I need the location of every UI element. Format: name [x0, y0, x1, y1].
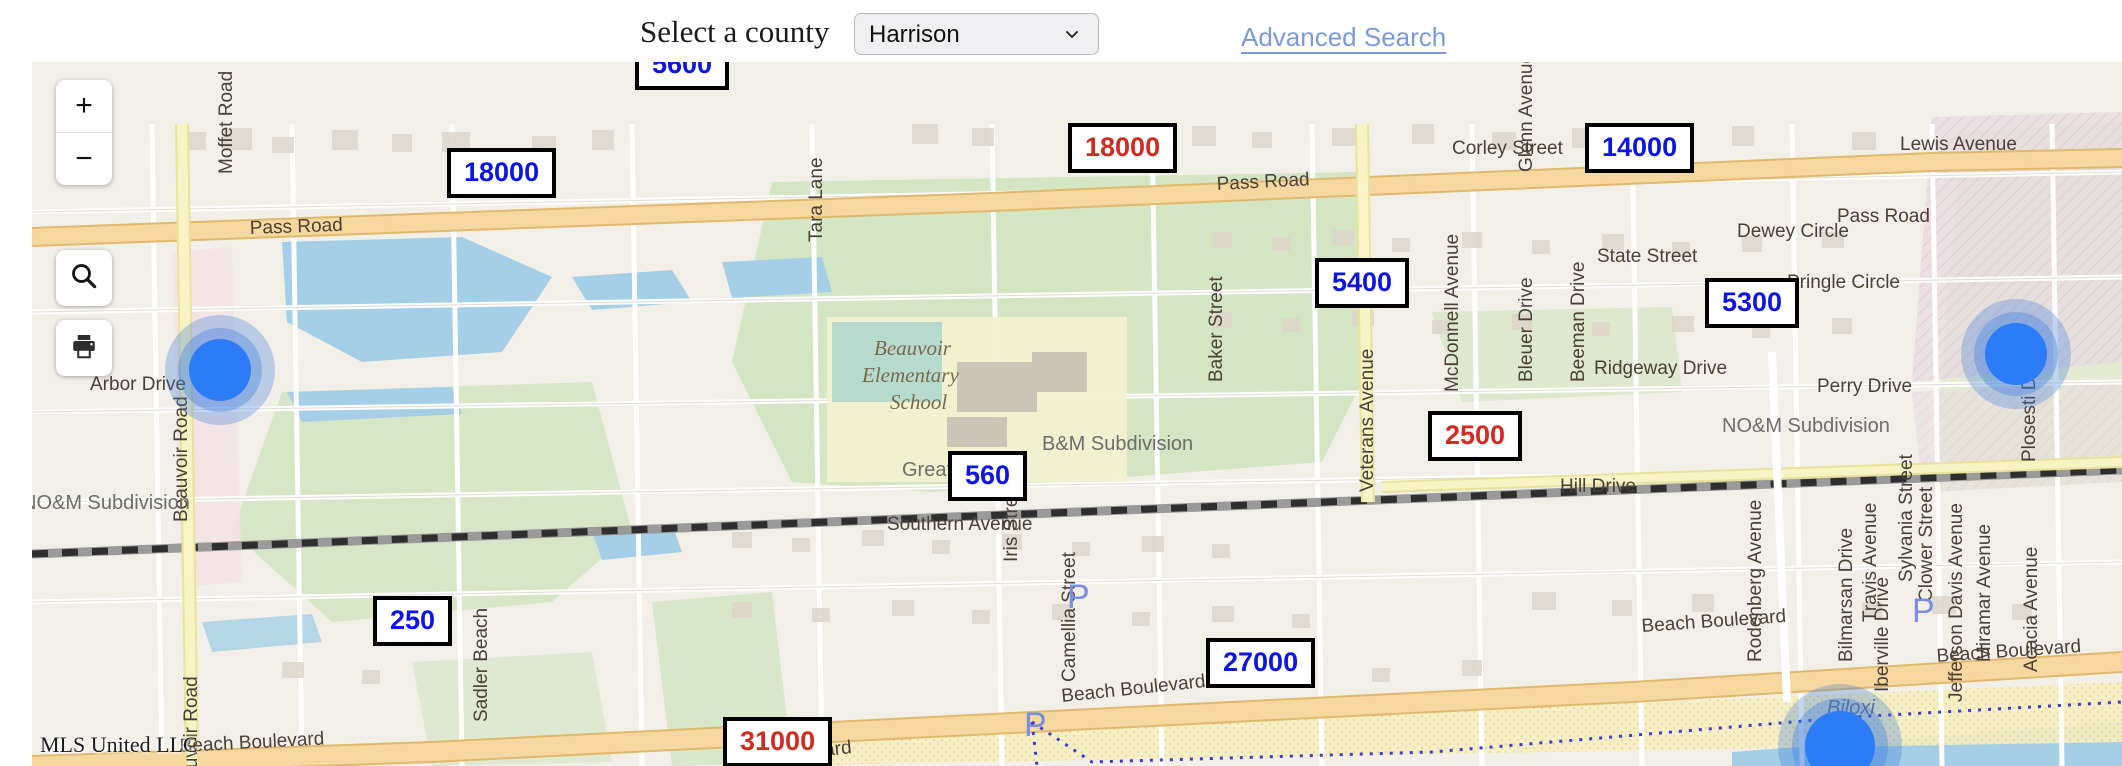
price-pin[interactable]: 5600 — [635, 62, 730, 90]
svg-text:McDonnell Avenue: McDonnell Avenue — [1442, 234, 1463, 392]
price-pin[interactable]: 560 — [948, 451, 1028, 501]
svg-text:Beauvoir: Beauvoir — [874, 336, 952, 360]
svg-text:Pringle Circle: Pringle Circle — [1787, 272, 1900, 293]
search-icon — [69, 261, 99, 296]
svg-text:P: P — [1067, 578, 1090, 616]
page-header: Select a county Harrison Advanced Search — [0, 0, 2122, 62]
price-pin[interactable]: 27000 — [1206, 638, 1316, 688]
zoom-control-group[interactable]: + − — [56, 80, 112, 185]
svg-text:Clower Street: Clower Street — [1916, 486, 1937, 602]
svg-text:NO&M Subdivision: NO&M Subdivision — [32, 492, 190, 514]
svg-text:Bleuer Drive: Bleuer Drive — [1516, 277, 1537, 382]
map-attribution: MLS United LLC — [40, 732, 198, 757]
svg-text:Baker Street: Baker Street — [1206, 276, 1227, 382]
svg-text:P: P — [1024, 706, 1047, 744]
svg-text:Corley Street: Corley Street — [1452, 138, 1564, 159]
svg-text:Glenn Avenue: Glenn Avenue — [1516, 62, 1537, 172]
svg-text:Rodenberg Avenue: Rodenberg Avenue — [1745, 500, 1766, 662]
svg-text:Dewey Circle: Dewey Circle — [1737, 221, 1849, 242]
svg-text:NO&M Subdivision: NO&M Subdivision — [1722, 415, 1890, 437]
map-print-button[interactable] — [56, 320, 112, 376]
advanced-search-link[interactable]: Advanced Search — [1241, 22, 1446, 53]
svg-text:P: P — [1912, 592, 1935, 630]
svg-text:Ridgeway Drive: Ridgeway Drive — [1594, 358, 1727, 379]
svg-text:Beeman Drive: Beeman Drive — [1568, 262, 1589, 382]
svg-text:Pass Road: Pass Road — [1837, 206, 1930, 227]
print-icon — [69, 331, 99, 366]
svg-text:Pass Road: Pass Road — [249, 215, 343, 239]
svg-text:Sadler Beach: Sadler Beach — [471, 608, 492, 722]
svg-text:Jefferson Davis Avenue: Jefferson Davis Avenue — [1946, 503, 1967, 702]
map-search-button[interactable] — [56, 250, 112, 306]
zoom-in-button[interactable]: + — [56, 81, 112, 133]
price-pin[interactable]: 2500 — [1428, 411, 1523, 461]
price-pin[interactable]: 31000 — [723, 717, 833, 766]
svg-text:B&M Subdivision: B&M Subdivision — [1042, 433, 1193, 455]
price-pin[interactable]: 18000 — [1068, 123, 1178, 173]
svg-text:State Street: State Street — [1597, 246, 1698, 267]
county-select-label: Select a county — [640, 14, 830, 49]
svg-text:School: School — [890, 390, 947, 414]
svg-text:Lewis Avenue: Lewis Avenue — [1900, 134, 2017, 155]
svg-text:Perry Drive: Perry Drive — [1817, 376, 1912, 397]
zoom-out-button[interactable]: − — [56, 133, 112, 185]
svg-text:Veterans Avenue: Veterans Avenue — [1357, 349, 1378, 492]
price-pin[interactable]: 5300 — [1705, 278, 1800, 328]
svg-text:Iberville Drive: Iberville Drive — [1872, 577, 1893, 692]
svg-text:Southern Avenue: Southern Avenue — [887, 514, 1032, 535]
svg-text:Arbor Drive: Arbor Drive — [90, 374, 186, 395]
svg-text:Plosesti Drive: Plosesti Drive — [2019, 346, 2040, 462]
svg-text:Bilmarsan Drive: Bilmarsan Drive — [1836, 528, 1857, 662]
price-pin[interactable]: 18000 — [447, 148, 557, 198]
map-viewport[interactable]: Pass Road Pass Road Pass Road Moffet Roa… — [32, 62, 2122, 766]
price-pin[interactable]: 14000 — [1585, 123, 1695, 173]
svg-text:Sylvania Street: Sylvania Street — [1896, 453, 1917, 582]
county-select[interactable]: Harrison — [854, 13, 1099, 55]
svg-text:Moffet Road: Moffet Road — [216, 71, 237, 174]
price-pin[interactable]: 250 — [373, 596, 453, 646]
price-pin[interactable]: 5400 — [1315, 258, 1410, 308]
svg-text:Hill Drive: Hill Drive — [1560, 476, 1636, 497]
svg-text:Biloxi: Biloxi — [1827, 697, 1875, 719]
svg-text:Tara Lane: Tara Lane — [806, 157, 827, 242]
svg-text:Elementary: Elementary — [861, 363, 959, 387]
svg-text:Camellia Street: Camellia Street — [1059, 551, 1080, 682]
